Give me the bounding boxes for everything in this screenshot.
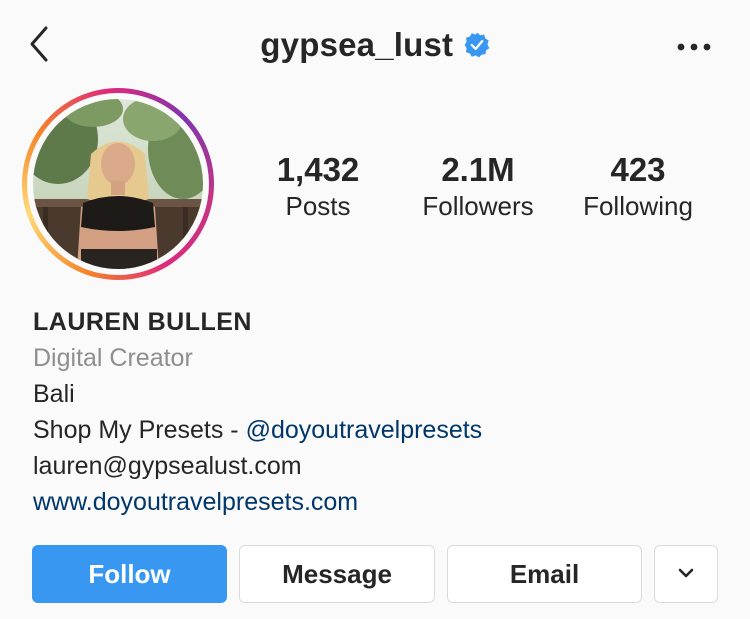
bio-shop-line: Shop My Presets - @doyoutravelpresets xyxy=(33,412,482,448)
bio-email: lauren@gypsealust.com xyxy=(33,452,302,480)
stat-followers[interactable]: 2.1M Followers xyxy=(408,150,548,222)
posts-label: Posts xyxy=(285,191,351,221)
posts-count: 1,432 xyxy=(276,151,360,188)
more-options-button[interactable] xyxy=(676,40,712,52)
email-button[interactable]: Email xyxy=(447,545,642,603)
bio-location: Bali xyxy=(33,380,75,408)
more-horizontal-icon xyxy=(677,43,711,51)
profile-header: gypsea_lust xyxy=(0,0,750,92)
suggestions-dropdown-button[interactable] xyxy=(654,545,718,603)
stat-following[interactable]: 423 Following xyxy=(568,150,708,222)
follow-button[interactable]: Follow xyxy=(32,545,227,603)
profile-bio: LAUREN BULLEN Digital Creator Bali Shop … xyxy=(33,304,482,520)
username-title: gypsea_lust xyxy=(260,26,454,63)
website-link[interactable]: www.doyoutravelpresets.com xyxy=(33,484,482,520)
verified-badge-icon xyxy=(464,32,490,58)
category-label: Digital Creator xyxy=(33,344,193,372)
followers-count: 2.1M xyxy=(441,151,515,188)
following-label: Following xyxy=(583,191,693,221)
title-row: gypsea_lust xyxy=(0,26,750,64)
shop-handle-link[interactable]: @doyoutravelpresets xyxy=(246,416,483,444)
avatar xyxy=(33,99,203,269)
chevron-down-icon xyxy=(678,568,694,578)
followers-label: Followers xyxy=(422,191,534,221)
following-count: 423 xyxy=(610,151,666,188)
stat-posts[interactable]: 1,432 Posts xyxy=(248,150,388,222)
shop-prefix: Shop My Presets - xyxy=(33,416,246,444)
story-ring[interactable] xyxy=(22,88,214,280)
display-name: LAUREN BULLEN xyxy=(33,308,252,336)
message-button[interactable]: Message xyxy=(239,545,435,603)
